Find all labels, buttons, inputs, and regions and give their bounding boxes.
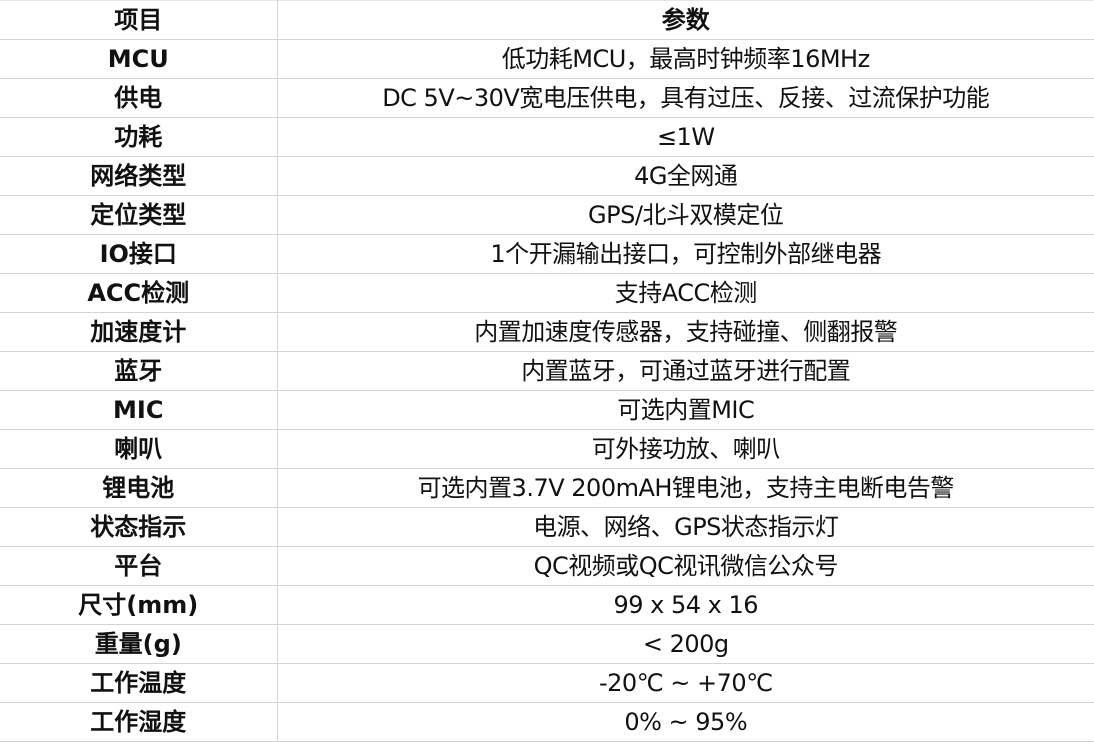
table-row: MCU 低功耗MCU，最高时钟频率16MHz: [0, 39, 1094, 79]
table-header-row: 项目 参数: [0, 0, 1094, 40]
row-item-value: 99 x 54 x 16: [276, 585, 1094, 625]
header-value: 参数: [276, 0, 1094, 40]
row-item-value: GPS/北斗双模定位: [276, 195, 1094, 235]
row-item-label: 状态指示: [0, 507, 278, 547]
row-item-value: 内置蓝牙，可通过蓝牙进行配置: [276, 351, 1094, 391]
table-row: 工作温度 -20℃ ~ +70℃: [0, 663, 1094, 703]
table-row: 状态指示 电源、网络、GPS状态指示灯: [0, 507, 1094, 547]
table-row: 功耗 ≤1W: [0, 117, 1094, 157]
table-row: 加速度计 内置加速度传感器，支持碰撞、侧翻报警: [0, 312, 1094, 352]
spec-table: 项目 参数 MCU 低功耗MCU，最高时钟频率16MHz 供电 DC 5V~30V宽电…: [0, 0, 1094, 742]
header-item: 项目: [0, 0, 278, 40]
row-item-label: IO接口: [0, 234, 278, 274]
row-item-label: MCU: [0, 39, 278, 79]
table-row: 定位类型 GPS/北斗双模定位: [0, 195, 1094, 235]
row-item-label: 尺寸(mm): [0, 585, 278, 625]
row-item-value: QC视频或QC视讯微信公众号: [276, 546, 1094, 586]
row-item-value: 低功耗MCU，最高时钟频率16MHz: [276, 39, 1094, 79]
row-item-value: 可选内置MIC: [276, 390, 1094, 430]
table-row: 锂电池 可选内置3.7V 200mAH锂电池，支持主电断电告警: [0, 468, 1094, 508]
row-item-label: 供电: [0, 78, 278, 118]
row-item-label: 蓝牙: [0, 351, 278, 391]
row-item-label: 喇叭: [0, 429, 278, 469]
row-item-label: 工作温度: [0, 663, 278, 703]
row-item-label: 功耗: [0, 117, 278, 157]
table-row: 蓝牙 内置蓝牙，可通过蓝牙进行配置: [0, 351, 1094, 391]
row-item-value: 可外接功放、喇叭: [276, 429, 1094, 469]
row-item-label: 工作湿度: [0, 702, 278, 742]
row-item-label: MIC: [0, 390, 278, 430]
row-item-value: 电源、网络、GPS状态指示灯: [276, 507, 1094, 547]
table-row: 网络类型 4G全网通: [0, 156, 1094, 196]
row-item-value: 0% ~ 95%: [276, 702, 1094, 742]
table-row: ACC检测 支持ACC检测: [0, 273, 1094, 313]
row-item-label: 定位类型: [0, 195, 278, 235]
row-item-label: 锂电池: [0, 468, 278, 508]
table-row: 平台 QC视频或QC视讯微信公众号: [0, 546, 1094, 586]
row-item-value: ≤1W: [276, 117, 1094, 157]
table-row: IO接口 1个开漏输出接口，可控制外部继电器: [0, 234, 1094, 274]
row-item-value: 4G全网通: [276, 156, 1094, 196]
row-item-value: 可选内置3.7V 200mAH锂电池，支持主电断电告警: [276, 468, 1094, 508]
table-row: 尺寸(mm) 99 x 54 x 16: [0, 585, 1094, 625]
row-item-value: DC 5V~30V宽电压供电，具有过压、反接、过流保护功能: [276, 78, 1094, 118]
row-item-label: 网络类型: [0, 156, 278, 196]
row-item-label: 平台: [0, 546, 278, 586]
table-row: 重量(g) < 200g: [0, 624, 1094, 664]
row-item-label: 重量(g): [0, 624, 278, 664]
spec-table-body: 项目 参数 MCU 低功耗MCU，最高时钟频率16MHz 供电 DC 5V~30V宽电…: [0, 0, 1094, 742]
row-item-value: 1个开漏输出接口，可控制外部继电器: [276, 234, 1094, 274]
table-row: 工作湿度 0% ~ 95%: [0, 702, 1094, 742]
row-item-value: 支持ACC检测: [276, 273, 1094, 313]
table-row: 喇叭 可外接功放、喇叭: [0, 429, 1094, 469]
row-item-label: ACC检测: [0, 273, 278, 313]
table-row: 供电 DC 5V~30V宽电压供电，具有过压、反接、过流保护功能: [0, 78, 1094, 118]
row-item-label: 加速度计: [0, 312, 278, 352]
row-item-value: < 200g: [276, 624, 1094, 664]
row-item-value: 内置加速度传感器，支持碰撞、侧翻报警: [276, 312, 1094, 352]
table-row: MIC 可选内置MIC: [0, 390, 1094, 430]
row-item-value: -20℃ ~ +70℃: [276, 663, 1094, 703]
